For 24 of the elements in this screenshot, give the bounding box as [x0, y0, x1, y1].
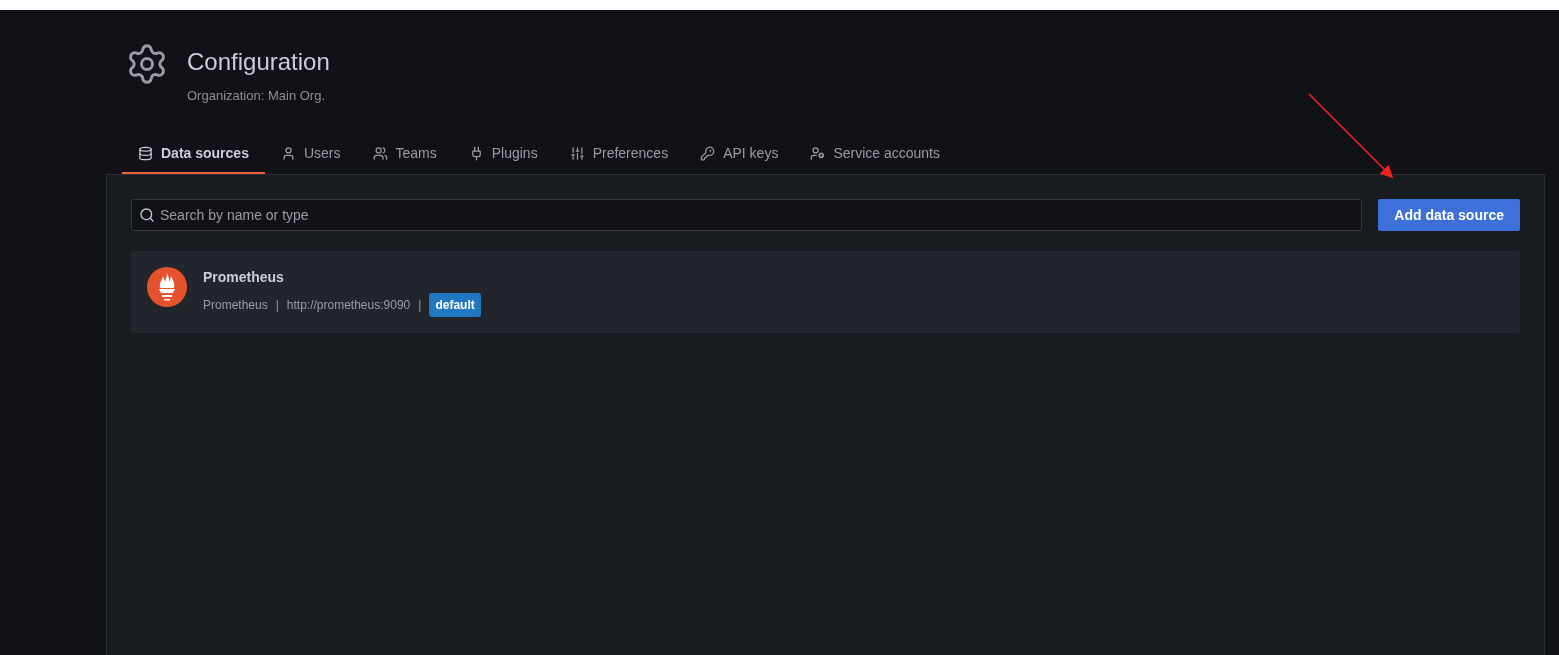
page-subtitle: Organization: Main Org.: [187, 88, 326, 103]
users-icon: [372, 145, 388, 161]
nav-tab[interactable]: Plugins: [452, 134, 554, 175]
user-gear-icon: [810, 145, 826, 161]
nav-tab[interactable]: Preferences: [553, 134, 685, 175]
nav-tab[interactable]: Teams: [356, 134, 453, 175]
sliders-icon: [569, 145, 585, 161]
database-icon: [138, 145, 153, 161]
data-source-url: http://prometheus:9090: [286, 298, 411, 312]
separator: |: [418, 298, 422, 312]
search-field[interactable]: Search by name or type: [131, 199, 1363, 231]
data-source-name: Prometheus: [203, 269, 285, 285]
data-source-card[interactable]: Prometheus Prometheus | http://prometheus:9090 | default: [131, 251, 1520, 333]
flame-logo-icon: [147, 267, 187, 307]
default-badge: default: [429, 293, 481, 317]
nav-tab[interactable]: API keys: [684, 134, 795, 175]
user-icon: [280, 145, 296, 161]
nav-tab[interactable]: Users: [264, 134, 357, 175]
page-title: Configuration: [187, 48, 330, 76]
data-source-type: Prometheus: [203, 298, 268, 312]
key-icon: [700, 145, 716, 161]
nav-tab[interactable]: Service accounts: [794, 134, 956, 175]
separator: |: [275, 298, 279, 312]
add-data-source-button[interactable]: Add data source: [1378, 199, 1520, 231]
